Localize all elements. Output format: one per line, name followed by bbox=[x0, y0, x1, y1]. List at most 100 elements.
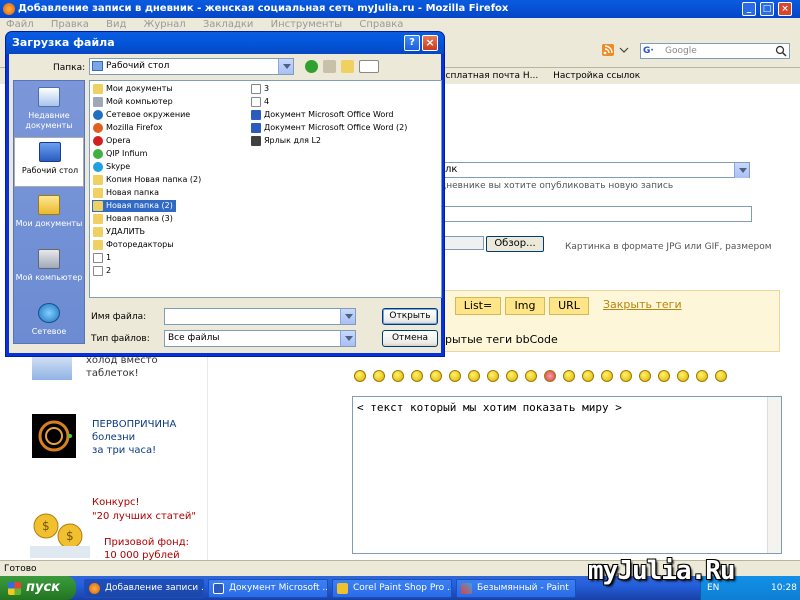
minimize-icon[interactable]: _ bbox=[742, 2, 756, 16]
image-path-input[interactable] bbox=[440, 236, 484, 250]
rss-icon[interactable] bbox=[600, 42, 630, 58]
start-button[interactable]: пуск bbox=[0, 576, 76, 600]
file-item[interactable]: Фоторедакторы bbox=[92, 239, 174, 251]
place-desktop[interactable]: Рабочий стол bbox=[14, 137, 84, 187]
view-menu-icon[interactable] bbox=[359, 60, 379, 73]
ad3-prize[interactable]: Призовой фонд: 10 000 рублей bbox=[104, 536, 189, 560]
file-item[interactable]: 1 bbox=[92, 252, 111, 264]
post-editor[interactable]: < текст который мы хотим показать миру > bbox=[352, 396, 782, 554]
new-folder-icon[interactable] bbox=[341, 60, 354, 73]
place-recent[interactable]: Недавние документы bbox=[14, 83, 84, 133]
close-icon[interactable]: × bbox=[422, 35, 438, 51]
smiley-icon[interactable] bbox=[411, 370, 423, 382]
file-item[interactable]: 4 bbox=[250, 96, 269, 108]
file-item[interactable]: Opera bbox=[92, 135, 131, 147]
smiley-icon[interactable] bbox=[506, 370, 518, 382]
file-item[interactable]: Мой компьютер bbox=[92, 96, 173, 108]
file-item[interactable]: Skype bbox=[92, 161, 130, 173]
smiley-icon[interactable] bbox=[639, 370, 651, 382]
chevron-down-icon[interactable] bbox=[340, 331, 355, 346]
browse-button[interactable]: Обзор... bbox=[486, 236, 544, 252]
smiley-icon[interactable] bbox=[715, 370, 727, 382]
menu-file[interactable]: Файл bbox=[6, 19, 34, 30]
task-firefox[interactable]: Добавление записи ... bbox=[84, 579, 204, 598]
file-item[interactable]: 2 bbox=[92, 265, 111, 277]
editor-scrollbar[interactable] bbox=[767, 397, 781, 553]
smiley-icon[interactable] bbox=[430, 370, 442, 382]
ad2-image[interactable] bbox=[32, 414, 76, 458]
smiley-icon[interactable] bbox=[563, 370, 575, 382]
smiley-icon[interactable] bbox=[354, 370, 366, 382]
smiley-icon[interactable] bbox=[373, 370, 385, 382]
smiley-icon[interactable] bbox=[620, 370, 632, 382]
smiley-icon[interactable] bbox=[487, 370, 499, 382]
tag-list-button[interactable]: List= bbox=[455, 297, 501, 315]
place-network[interactable]: Сетевое bbox=[14, 299, 84, 349]
file-item[interactable]: Мои документы bbox=[92, 83, 173, 95]
maximize-icon[interactable]: □ bbox=[760, 2, 774, 16]
ad1-text[interactable]: холод вместо таблеток! bbox=[86, 354, 158, 380]
bookmark-settings[interactable]: Настройка ссылок bbox=[553, 71, 640, 81]
file-item[interactable]: УДАЛИТЬ bbox=[92, 226, 145, 238]
file-item[interactable]: Mozilla Firefox bbox=[92, 122, 163, 134]
smiley-icon[interactable] bbox=[582, 370, 594, 382]
file-item-selected[interactable]: Новая папка (2) bbox=[92, 200, 176, 212]
filetype-select[interactable]: Все файлы bbox=[164, 330, 356, 347]
tag-img-button[interactable]: Img bbox=[505, 297, 545, 315]
file-item[interactable]: Копия Новая папка (2) bbox=[92, 174, 201, 186]
tag-url-button[interactable]: URL bbox=[549, 297, 589, 315]
search-icon[interactable] bbox=[775, 45, 787, 57]
title-input[interactable] bbox=[440, 206, 752, 222]
menu-help[interactable]: Справка bbox=[359, 19, 403, 30]
ad3-title[interactable]: Конкурс! bbox=[92, 496, 140, 509]
smiley-icon[interactable] bbox=[677, 370, 689, 382]
smiley-icon[interactable] bbox=[468, 370, 480, 382]
search-input[interactable]: G· Google bbox=[640, 43, 790, 59]
bookmark-mail[interactable]: есплатная почта Н... bbox=[440, 71, 538, 81]
smiley-icon[interactable] bbox=[525, 370, 537, 382]
back-icon[interactable] bbox=[305, 60, 318, 73]
task-word[interactable]: Документ Microsoft ... bbox=[208, 579, 328, 598]
task-paint[interactable]: Безымянный - Paint bbox=[456, 579, 576, 598]
menu-tools[interactable]: Инструменты bbox=[271, 19, 343, 30]
menu-view[interactable]: Вид bbox=[106, 19, 126, 30]
ad1-image[interactable] bbox=[32, 352, 72, 380]
menu-bookmarks[interactable]: Закладки bbox=[203, 19, 254, 30]
blog-select[interactable]: лк bbox=[440, 162, 750, 178]
file-item[interactable]: Документ Microsoft Office Word (2) bbox=[250, 122, 407, 134]
folder-combo[interactable]: Рабочий стол bbox=[89, 58, 294, 75]
menu-history[interactable]: Журнал bbox=[144, 19, 186, 30]
open-button[interactable]: Открыть bbox=[382, 308, 438, 325]
file-list[interactable]: Мои документы Мой компьютер Сетевое окру… bbox=[89, 80, 442, 298]
smiley-icon[interactable] bbox=[696, 370, 708, 382]
chevron-down-icon[interactable] bbox=[340, 309, 355, 324]
close-tags-link[interactable]: Закрыть теги bbox=[603, 298, 682, 311]
chevron-down-icon[interactable] bbox=[734, 163, 749, 178]
smiley-icon[interactable] bbox=[449, 370, 461, 382]
file-item[interactable]: Новая папка bbox=[92, 187, 159, 199]
smiley-icon[interactable] bbox=[658, 370, 670, 382]
file-item[interactable]: Новая папка (3) bbox=[92, 213, 173, 225]
file-item[interactable]: Сетевое окружение bbox=[92, 109, 190, 121]
help-icon[interactable]: ? bbox=[404, 35, 420, 51]
filename-input[interactable] bbox=[164, 308, 356, 325]
cancel-button[interactable]: Отмена bbox=[382, 330, 438, 347]
file-item[interactable]: Ярлык для L2 bbox=[250, 135, 321, 147]
task-corel[interactable]: Corel Paint Shop Pro ... bbox=[332, 579, 452, 598]
dialog-titlebar[interactable]: Загрузка файла ? × bbox=[6, 32, 444, 54]
place-computer[interactable]: Мой компьютер bbox=[14, 245, 84, 295]
smiley-icon[interactable] bbox=[544, 370, 556, 382]
file-item[interactable]: QIP Infium bbox=[92, 148, 147, 160]
file-item[interactable]: 3 bbox=[250, 83, 269, 95]
chevron-down-icon[interactable] bbox=[278, 59, 293, 74]
up-folder-icon[interactable] bbox=[323, 60, 336, 73]
file-item[interactable]: Документ Microsoft Office Word bbox=[250, 109, 394, 121]
smiley-icon[interactable] bbox=[601, 370, 613, 382]
ad3-coins-image[interactable]: $ $ bbox=[26, 496, 96, 560]
menu-edit[interactable]: Правка bbox=[51, 19, 89, 30]
close-icon[interactable]: × bbox=[778, 2, 792, 16]
ad3-sub[interactable]: "20 лучших статей" bbox=[92, 510, 196, 523]
smiley-icon[interactable] bbox=[392, 370, 404, 382]
place-documents[interactable]: Мои документы bbox=[14, 191, 84, 241]
ad2-text[interactable]: ПЕРВОПРИЧИНА болезни за три часа! bbox=[92, 418, 176, 457]
